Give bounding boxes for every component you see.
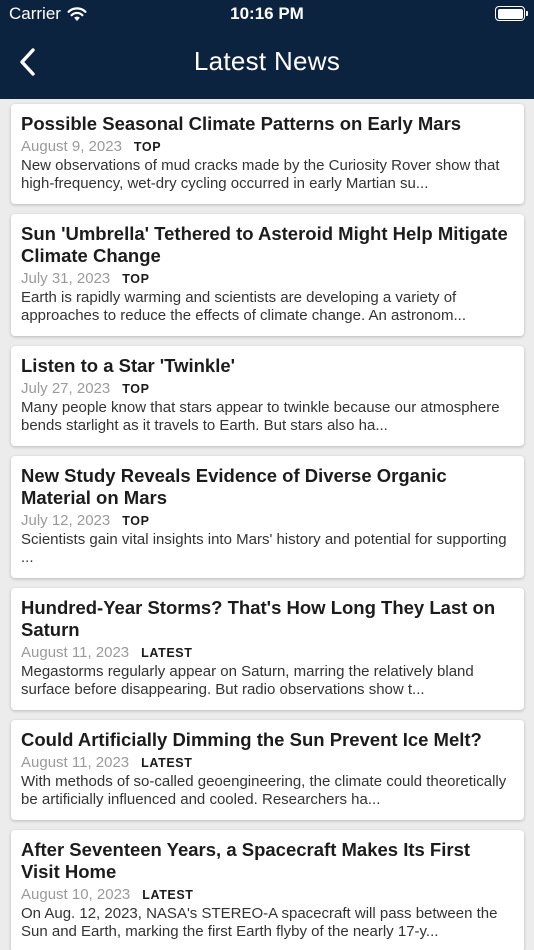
news-summary: Earth is rapidly warming and scientists …	[21, 289, 466, 324]
status-bar: Carrier 10:16 PM	[0, 0, 534, 30]
news-summary: With methods of so-called geoengineering…	[21, 773, 507, 808]
news-title: Hundred-Year Storms? That's How Long The…	[21, 597, 496, 640]
news-card[interactable]: Sun 'Umbrella' Tethered to Asteroid Migh…	[11, 214, 524, 336]
news-tag: LATEST	[141, 756, 193, 770]
news-list: Possible Seasonal Climate Patterns on Ea…	[11, 104, 524, 950]
news-tag: TOP	[122, 382, 150, 396]
news-card[interactable]: Possible Seasonal Climate Patterns on Ea…	[11, 104, 524, 204]
page-title: Latest News	[193, 46, 341, 76]
news-title: Listen to a Star 'Twinkle'	[21, 355, 236, 376]
nav-header: Carrier 10:16 PM Latest News	[0, 0, 534, 99]
news-date: August 9, 2023	[21, 138, 122, 155]
news-card[interactable]: Listen to a Star 'Twinkle' July 27, 2023…	[11, 346, 524, 446]
news-card[interactable]: New Study Reveals Evidence of Diverse Or…	[11, 456, 524, 578]
news-tag: TOP	[122, 272, 150, 286]
news-date: August 11, 2023	[21, 754, 130, 771]
news-date: August 11, 2023	[21, 644, 130, 661]
news-title: Possible Seasonal Climate Patterns on Ea…	[21, 113, 462, 134]
news-card[interactable]: Could Artificially Dimming the Sun Preve…	[11, 720, 524, 820]
news-summary: Scientists gain vital insights into Mars…	[21, 531, 507, 566]
status-time: 10:16 PM	[230, 4, 304, 23]
news-title: Could Artificially Dimming the Sun Preve…	[21, 729, 482, 750]
news-card[interactable]: Hundred-Year Storms? That's How Long The…	[11, 588, 524, 710]
news-summary: New observations of mud cracks made by t…	[21, 157, 500, 192]
news-summary: On Aug. 12, 2023, NASA's STEREO-A spacec…	[21, 905, 498, 940]
news-card[interactable]: After Seventeen Years, a Spacecraft Make…	[11, 830, 524, 950]
news-date: July 12, 2023	[21, 512, 111, 529]
news-date: July 27, 2023	[21, 380, 111, 397]
news-tag: TOP	[133, 140, 162, 154]
news-title: New Study Reveals Evidence of Diverse Or…	[21, 465, 447, 508]
news-title: After Seventeen Years, a Spacecraft Make…	[21, 839, 471, 882]
news-tag: TOP	[122, 514, 150, 528]
news-summary: Megastorms regularly appear on Saturn, m…	[21, 663, 474, 698]
news-date: August 10, 2023	[21, 886, 131, 903]
news-title: Sun 'Umbrella' Tethered to Asteroid Migh…	[21, 223, 508, 266]
battery-icon	[495, 6, 528, 21]
news-date: July 31, 2023	[21, 270, 111, 287]
news-tag: LATEST	[142, 888, 194, 902]
news-summary: Many people know that stars appear to tw…	[21, 399, 500, 434]
news-tag: LATEST	[141, 646, 193, 660]
